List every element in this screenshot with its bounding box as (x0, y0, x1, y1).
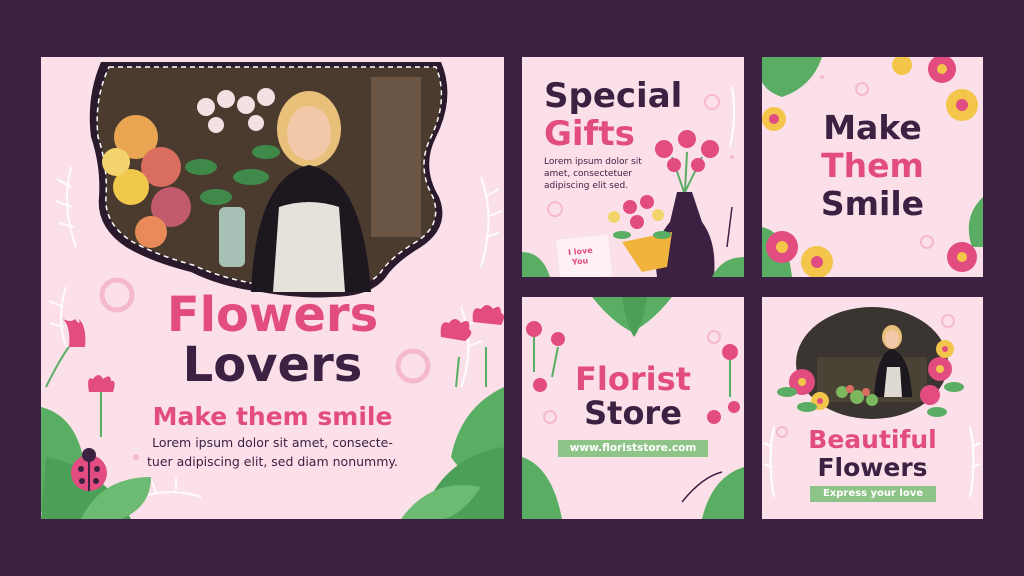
canvas: { "colors": { "background": "#3d2143", "… (0, 0, 1024, 576)
post-special-gifts: Special Gifts Lorem ipsum dolor sit amet… (522, 57, 744, 277)
love-card-line-2: You (571, 256, 589, 267)
gifts-title-line-2: Gifts (544, 114, 635, 154)
tagline-badge: Express your love (810, 486, 936, 502)
beautiful-title-line-2: Flowers (817, 453, 928, 482)
beautiful-title-line-1: Beautiful (808, 425, 937, 454)
subtitle: Make them smile (152, 402, 393, 431)
post-beautiful-flowers: Beautiful Flowers Express your love (762, 297, 983, 519)
post-make-them-smile: Make Them Smile (762, 57, 983, 277)
store-title-line-2: Store (584, 394, 682, 432)
title-line-2: Lovers (182, 337, 363, 393)
gifts-body-line-2: amet, consectetuer (544, 169, 632, 179)
store-url[interactable]: www.floriststore.com (558, 440, 708, 457)
post-florist-store: Florist Store www.floriststore.com (522, 297, 744, 519)
smile-line-2: Them (821, 146, 924, 185)
body-line-2: tuer adipiscing elit, sed diam nonummy. (147, 454, 398, 469)
smile-line-3: Smile (820, 184, 925, 223)
smile-line-1: Make (823, 108, 922, 147)
post-flowers-lovers: Flowers Lovers Make them smile Lorem ips… (41, 57, 504, 519)
store-title-line-1: Florist (575, 360, 691, 398)
body-line-1: Lorem ipsum dolor sit amet, consecte- (152, 435, 393, 450)
gifts-title-line-1: Special (544, 76, 683, 116)
title-line-1: Flowers (166, 287, 379, 343)
gifts-body-line-1: Lorem ipsum dolor sit (544, 157, 642, 167)
gifts-body-line-3: adipiscing elit sed. (544, 181, 629, 191)
